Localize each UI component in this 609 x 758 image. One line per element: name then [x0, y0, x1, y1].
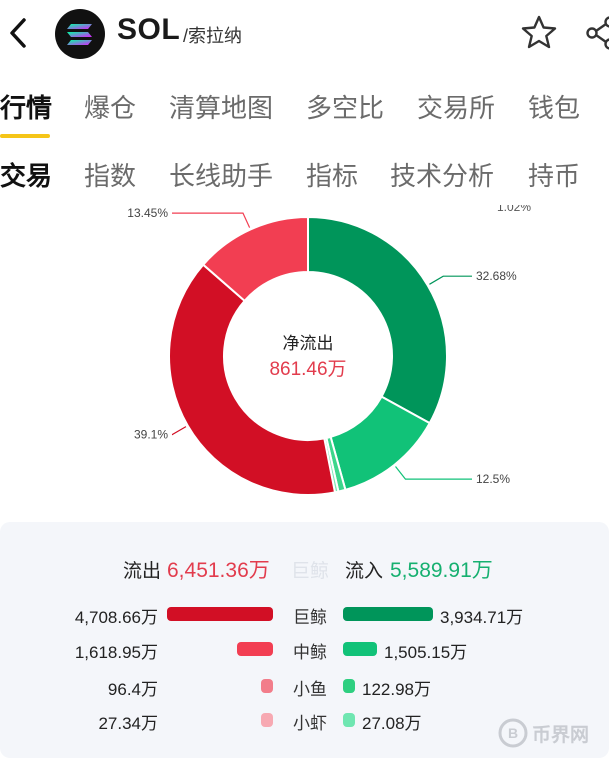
svg-text:B: B	[508, 725, 518, 741]
flow-row: 96.4万 小鱼 122.98万	[0, 672, 609, 700]
slice-label: 39.1%	[134, 428, 168, 442]
chart-center-value: 861.46万	[269, 359, 346, 380]
outflow-label: 流出	[123, 561, 162, 582]
tab-index[interactable]: 指数	[84, 156, 136, 193]
row-category: 巨鲸	[293, 608, 327, 627]
tab-exchanges[interactable]: 交易所	[417, 88, 495, 125]
watermark-text: 币界网	[532, 725, 590, 746]
tab-liquidation[interactable]: 爆仓	[84, 88, 136, 125]
row-inflow-value: 27.08万	[362, 714, 422, 733]
inflow-bar	[343, 642, 377, 656]
slice-label-partial: 1.02%	[497, 200, 531, 214]
donut-slice	[307, 215, 448, 425]
flow-row: 4,708.66万 巨鲸 3,934.71万	[0, 600, 609, 628]
inflow-bar	[343, 713, 355, 727]
watermark-logo: B 币界网	[498, 714, 598, 750]
inflow-label: 流入	[345, 561, 384, 582]
tab-indicators[interactable]: 指标	[306, 156, 358, 193]
solana-logo-icon	[55, 9, 105, 59]
slice-leader-line	[171, 426, 187, 436]
tab-long-term-assistant[interactable]: 长线助手	[169, 156, 273, 193]
coin-symbol: SOL	[117, 13, 181, 46]
tab-technical-analysis[interactable]: 技术分析	[390, 156, 494, 193]
outflow-bar	[237, 642, 273, 656]
watermark-icon: B	[498, 718, 528, 748]
summary-mid-label: 巨鲸	[291, 561, 330, 582]
flow-row: 1,618.95万 中鲸 1,505.15万	[0, 635, 609, 663]
primary-tab-bar: 行情 爆仓 清算地图 多空比 交易所 钱包	[0, 84, 609, 134]
back-arrow-icon[interactable]	[6, 14, 32, 52]
outflow-bar	[261, 679, 273, 693]
inflow-bar	[343, 607, 433, 621]
slice-label: 13.45%	[127, 206, 168, 220]
slice-leader-line	[429, 275, 472, 285]
row-category: 中鲸	[293, 643, 327, 662]
coin-name: /索拉纳	[183, 26, 243, 46]
slice-label: 12.5%	[476, 472, 510, 486]
inflow-total: 5,589.91万	[390, 559, 493, 582]
active-tab-underline	[0, 134, 50, 138]
chart-center-title: 净流出	[283, 334, 334, 353]
inflow-bar	[343, 679, 355, 693]
tab-long-short-ratio[interactable]: 多空比	[306, 88, 384, 125]
row-inflow-value: 3,934.71万	[440, 608, 524, 627]
tab-trading[interactable]: 交易	[0, 156, 52, 193]
fund-flow-donut-chart: 32.68% 12.5% 39.1% 13.45% 净流出 861.46万 1.02%	[127, 200, 531, 496]
outflow-bar	[261, 713, 273, 727]
header: SOL /索拉纳	[0, 0, 609, 70]
star-icon[interactable]	[520, 14, 558, 50]
row-outflow-value: 4,708.66万	[74, 608, 158, 627]
tab-liquidation-map[interactable]: 清算地图	[169, 88, 273, 125]
tab-wallet[interactable]: 钱包	[528, 88, 580, 125]
share-icon[interactable]	[580, 14, 609, 52]
tab-market[interactable]: 行情	[0, 88, 52, 125]
slice-leader-line	[172, 212, 251, 228]
slice-leader-line	[395, 466, 472, 480]
row-inflow-value: 1,505.15万	[384, 643, 468, 662]
slice-label: 32.68%	[476, 269, 517, 283]
row-outflow-value: 27.34万	[98, 714, 158, 733]
outflow-bar	[167, 607, 273, 621]
row-category: 小鱼	[293, 680, 327, 699]
row-outflow-value: 96.4万	[107, 680, 158, 699]
row-inflow-value: 122.98万	[362, 680, 431, 699]
tab-holdings[interactable]: 持币	[528, 156, 580, 193]
outflow-total: 6,451.36万	[167, 559, 270, 582]
row-outflow-value: 1,618.95万	[74, 643, 158, 662]
row-category: 小虾	[293, 714, 327, 733]
secondary-tab-bar: 交易 指数 长线助手 指标 技术分析 持币	[0, 152, 609, 196]
